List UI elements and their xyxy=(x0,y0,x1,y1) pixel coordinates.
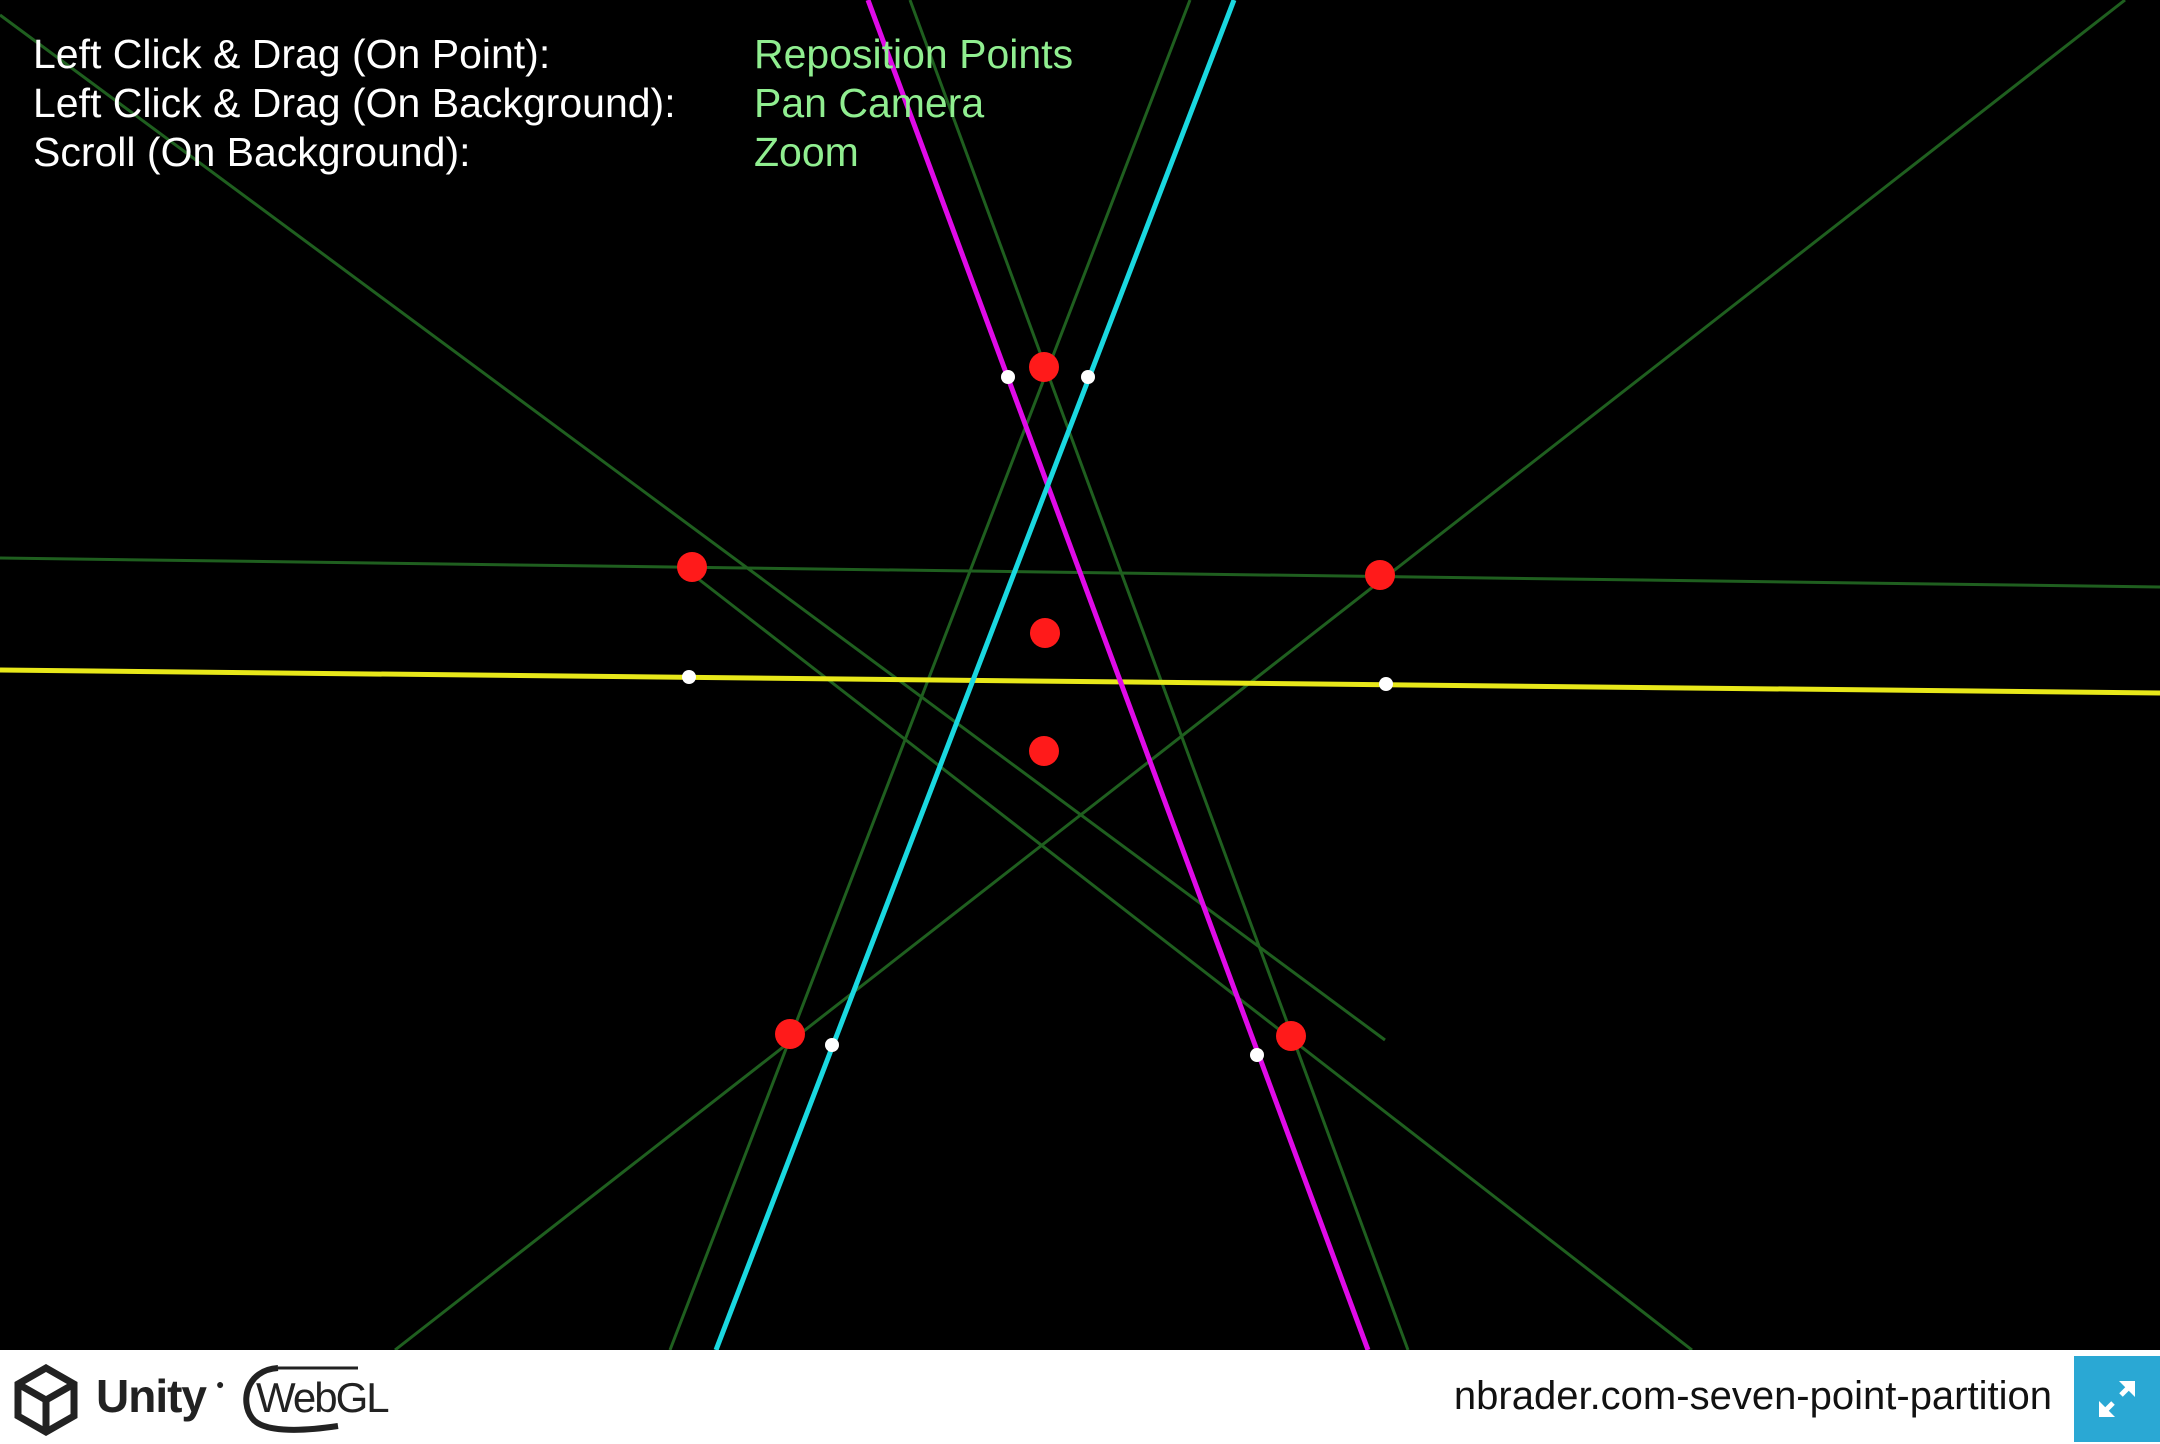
unity-trademark-dot: ● xyxy=(216,1376,225,1392)
partition-line-cyan[interactable] xyxy=(713,0,1237,1350)
expand-arrows-icon xyxy=(2099,1381,2135,1417)
draggable-point[interactable] xyxy=(1276,1021,1306,1051)
line-handle-markers xyxy=(682,370,1393,1062)
draggable-point[interactable] xyxy=(1029,352,1059,382)
partition-line-yellow[interactable] xyxy=(0,667,2160,696)
draggable-point[interactable] xyxy=(1030,618,1060,648)
line-handle-marker[interactable] xyxy=(1250,1048,1264,1062)
webgl-wordmark: WebGL xyxy=(256,1374,390,1421)
draggable-point[interactable] xyxy=(677,552,707,582)
webgl-footer: Unity ● WebGL nbrader.com-seven-point-pa… xyxy=(0,1350,2160,1444)
line-handle-marker[interactable] xyxy=(1081,370,1095,384)
unity-wordmark: Unity xyxy=(96,1370,207,1422)
line-handle-marker[interactable] xyxy=(1379,677,1393,691)
fullscreen-button[interactable] xyxy=(2074,1356,2160,1442)
unity-logo-icon xyxy=(14,1364,78,1436)
guide-line xyxy=(908,0,1410,1350)
line-handle-marker[interactable] xyxy=(825,1038,839,1052)
guide-line xyxy=(0,13,1386,1042)
seven-point-partition-scene[interactable] xyxy=(0,0,2160,1350)
guide-line xyxy=(691,572,1693,1350)
unity-webgl-canvas[interactable]: Left Click & Drag (On Point): Reposition… xyxy=(0,0,2160,1350)
draggable-point[interactable] xyxy=(1029,736,1059,766)
line-handle-marker[interactable] xyxy=(682,670,696,684)
draggable-point[interactable] xyxy=(1365,560,1395,590)
line-handle-marker[interactable] xyxy=(1001,370,1015,384)
build-title: nbrader.com-seven-point-partition xyxy=(1453,1374,2052,1418)
guide-line xyxy=(668,0,1192,1350)
draggable-point[interactable] xyxy=(775,1019,805,1049)
partition-line-magenta[interactable] xyxy=(865,0,1371,1350)
